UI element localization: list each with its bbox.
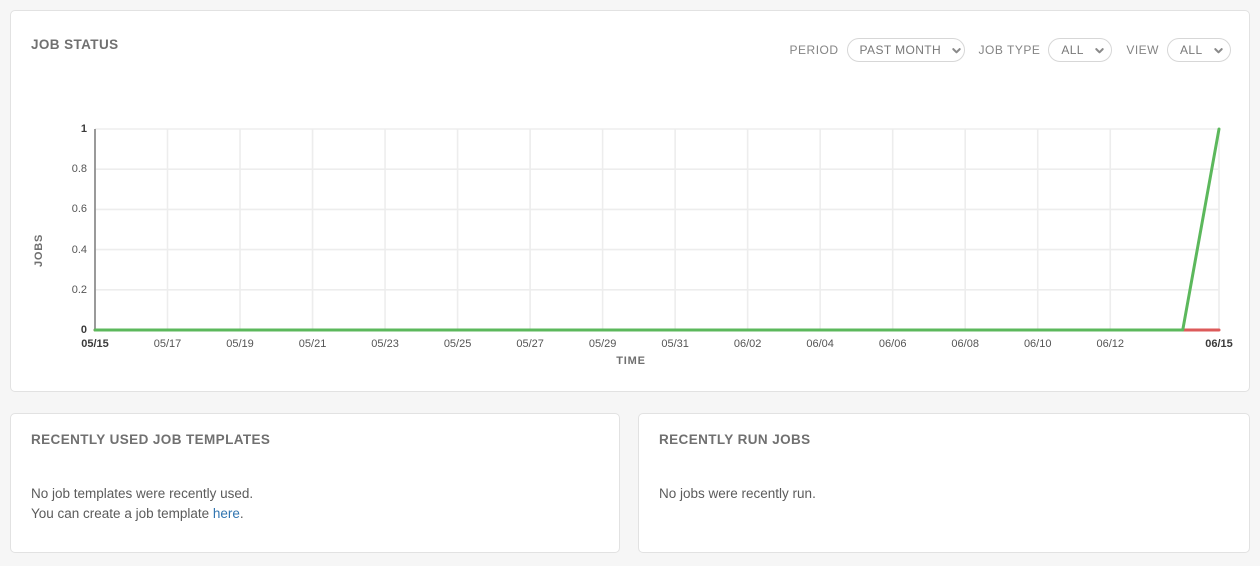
x-tick-label: 06/10 xyxy=(1023,338,1052,350)
y-tick-label: 0.6 xyxy=(71,203,87,216)
x-tick-label: 06/12 xyxy=(1096,338,1124,350)
recently-run-jobs-card: RECENTLY RUN JOBS No jobs were recently … xyxy=(638,413,1250,553)
x-tick-label: 06/04 xyxy=(806,338,834,350)
job-status-chart: JOBS TIME 0 0.2 0.4 0.6 0.8 1 05/15 05/17 05/19 0… xyxy=(11,71,1251,381)
chart-x-axis-title: TIME xyxy=(616,355,646,367)
x-tick-label: 05/21 xyxy=(298,338,327,350)
create-template-prefix: You can create a job template xyxy=(31,506,213,521)
period-dropdown-value: PAST MONTH xyxy=(859,43,942,57)
filter-view: VIEW ALL xyxy=(1126,38,1231,62)
filter-job-type-label: JOB TYPE xyxy=(978,43,1041,57)
view-dropdown-value: ALL xyxy=(1180,43,1203,57)
filter-period-label: PERIOD xyxy=(789,43,839,57)
recently-run-jobs-body: No jobs were recently run. xyxy=(659,484,816,504)
filter-job-type: JOB TYPE ALL xyxy=(979,38,1113,62)
empty-message-line-1: No job templates were recently used. xyxy=(31,486,254,501)
x-tick-label: 05/17 xyxy=(153,338,182,350)
job-type-dropdown-value: ALL xyxy=(1061,43,1084,57)
y-tick-label: 1 xyxy=(80,123,87,135)
job-status-filters: PERIOD PAST MONTH JOB TYPE ALL VIEW ALL xyxy=(790,37,1231,63)
y-tick-label: 0.4 xyxy=(71,243,87,256)
x-tick-label: 05/31 xyxy=(661,338,689,350)
x-tick-label: 05/23 xyxy=(371,338,399,350)
y-tick-label: 0.2 xyxy=(71,283,87,296)
x-tick-label: 06/15 xyxy=(1205,338,1233,350)
y-tick-label: 0.8 xyxy=(71,163,87,176)
empty-message-line-1: No jobs were recently run. xyxy=(659,486,816,501)
job-type-dropdown[interactable]: ALL xyxy=(1048,38,1113,62)
filter-view-label: VIEW xyxy=(1126,43,1159,57)
y-tick-label: 0 xyxy=(80,324,87,336)
x-tick-label: 05/25 xyxy=(443,338,472,350)
x-tick-label: 05/19 xyxy=(226,338,254,350)
empty-message-line-2: You can create a job template here. xyxy=(31,504,253,524)
recently-used-job-templates-body: No job templates were recently used. You… xyxy=(31,484,253,524)
recently-used-job-templates-card: RECENTLY USED JOB TEMPLATES No job templ… xyxy=(10,413,620,553)
dashboard-page: JOB STATUS PERIOD PAST MONTH JOB TYPE AL… xyxy=(0,0,1260,566)
period-dropdown[interactable]: PAST MONTH xyxy=(846,38,965,62)
view-dropdown[interactable]: ALL xyxy=(1167,38,1231,62)
chevron-down-icon xyxy=(1213,47,1223,53)
x-tick-label: 06/06 xyxy=(878,338,907,350)
x-tick-label: 05/27 xyxy=(516,338,544,350)
chart-plot-area xyxy=(93,127,1221,332)
chevron-down-icon xyxy=(952,47,961,53)
recently-run-jobs-title: RECENTLY RUN JOBS xyxy=(659,432,811,447)
create-job-template-link[interactable]: here xyxy=(213,506,240,521)
x-tick-label: 06/02 xyxy=(733,338,762,350)
job-status-card: JOB STATUS PERIOD PAST MONTH JOB TYPE AL… xyxy=(10,10,1250,392)
job-status-title: JOB STATUS xyxy=(31,37,119,52)
x-tick-label: 06/08 xyxy=(951,338,979,350)
create-template-suffix: . xyxy=(239,506,244,521)
x-tick-label: 05/29 xyxy=(588,338,617,350)
x-tick-label: 05/15 xyxy=(81,338,109,350)
recently-used-job-templates-title: RECENTLY USED JOB TEMPLATES xyxy=(31,432,271,447)
chevron-down-icon xyxy=(1095,47,1104,53)
filter-period: PERIOD PAST MONTH xyxy=(790,38,965,62)
